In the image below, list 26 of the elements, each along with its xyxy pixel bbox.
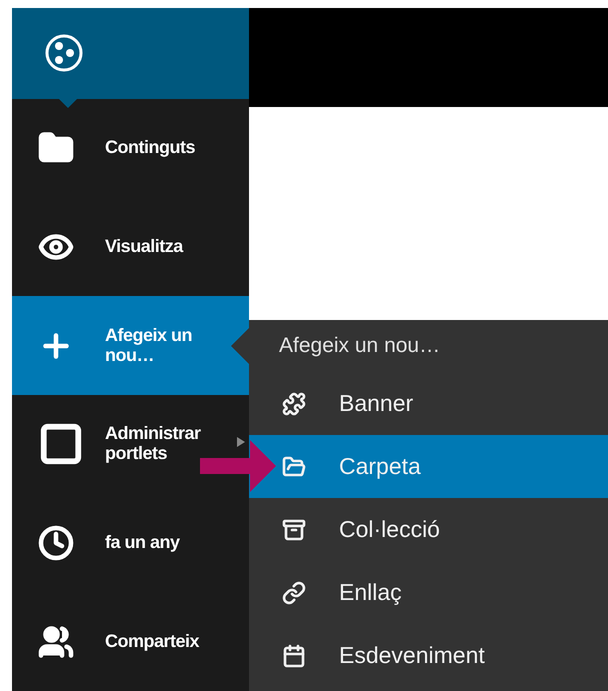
sidebar-item[interactable]: Afegeix un nou…: [12, 296, 249, 395]
menu-item[interactable]: Esdeveniment: [249, 624, 608, 687]
sidebar-item[interactable]: Continguts: [12, 98, 249, 198]
sidebar-label: fa un any: [105, 533, 181, 553]
sidebar-item[interactable]: Administrar portlets: [12, 394, 249, 494]
sidebar-label: Visualitza: [105, 236, 184, 257]
clock-icon: [38, 524, 74, 561]
menu-title: Afegeix un nou…: [278, 333, 442, 359]
link-icon: [282, 580, 306, 604]
menu-item[interactable]: Carpeta: [249, 435, 608, 498]
sidebar-label: Comparteix: [105, 632, 200, 652]
sidebar-item[interactable]: fa un any: [12, 494, 249, 592]
menu-item[interactable]: Col·lecció: [249, 498, 608, 561]
sidebar-item[interactable]: Visualitza: [12, 198, 249, 296]
calendar-icon: [282, 644, 306, 668]
menu-item[interactable]: Banner: [249, 372, 608, 435]
sidebar-label: Continguts: [105, 138, 196, 158]
users-icon: [38, 624, 74, 660]
sidebar-item[interactable]: Comparteix: [12, 592, 249, 691]
menu-item[interactable]: Enllaç: [249, 561, 608, 624]
puzzle-icon: [282, 392, 306, 416]
sidebar-label: Afegeix un nou…: [105, 326, 194, 366]
logo-icon[interactable]: [44, 33, 84, 74]
folder-icon: [282, 454, 306, 478]
sidebar-label: Administrar portlets: [105, 424, 202, 464]
archive-icon: [282, 518, 306, 542]
